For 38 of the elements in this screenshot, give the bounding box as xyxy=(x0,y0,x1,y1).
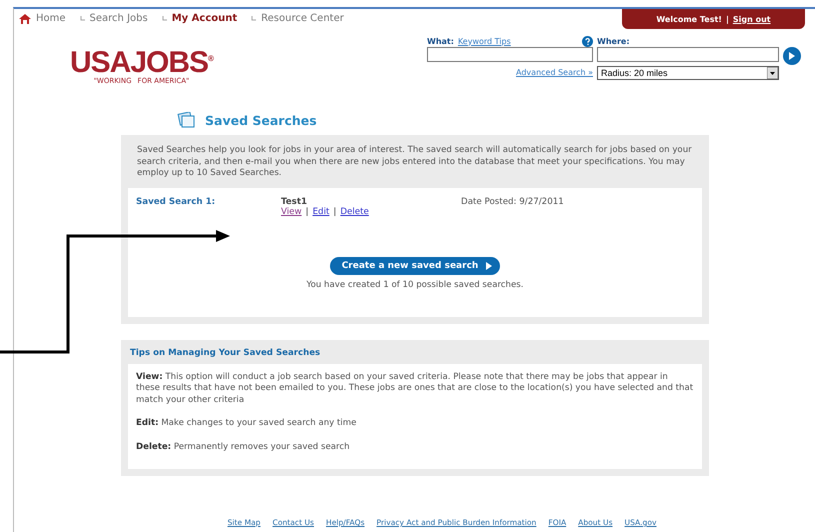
create-saved-search-button[interactable]: Create a new saved search xyxy=(330,256,500,274)
what-label: What: xyxy=(427,36,454,46)
tip-text: View: This option will conduct a job search based on your saved criteria. Please note that there may be jobs that appear in these results that have not been emailed to you. These jobs are ones that are close to the location(s) you have selected and that match your other criteria xyxy=(136,372,694,406)
page-title: Saved Searches xyxy=(205,112,317,128)
intro-text: Saved Searches help you look for jobs in your area of interest. The saved search will automatically search for jobs based on your search criteria, and then e-mail you when there are new jobs entered into the database that meet your specifications. You may employ up to 10 Saved Searches. xyxy=(137,145,693,180)
help-icon[interactable] xyxy=(582,36,593,46)
welcome-text: Welcome Test! xyxy=(656,14,722,24)
saved-search-name: Test1 xyxy=(281,196,308,206)
count-note: You have created 1 of 10 possible saved searches. xyxy=(306,280,524,290)
go-button[interactable] xyxy=(783,47,801,65)
document-icon xyxy=(177,112,197,128)
house-icon xyxy=(18,13,32,24)
dropdown-icon xyxy=(767,67,778,79)
tips-title: Tips on Managing Your Saved Searches xyxy=(130,348,322,358)
separator: | xyxy=(726,14,729,24)
date-posted: Date Posted: 9/27/2011 xyxy=(461,196,564,206)
nav-link[interactable]: Search Jobs xyxy=(80,13,148,24)
play-icon xyxy=(789,52,795,60)
action-link[interactable]: Edit xyxy=(312,206,330,216)
separator: | xyxy=(333,206,336,216)
tip-text: Edit: Make changes to your saved search any time xyxy=(136,418,358,430)
action-link[interactable]: View xyxy=(281,206,302,216)
play-icon xyxy=(486,262,492,270)
advanced-search-link[interactable]: Advanced Search » xyxy=(516,68,593,77)
keyword-field[interactable] xyxy=(427,47,593,62)
where-label: Where: xyxy=(597,36,630,46)
nav-link[interactable]: Home xyxy=(18,13,66,24)
saved-search-label: Saved Search 1: xyxy=(136,196,216,206)
sign-out-link[interactable]: Sign out xyxy=(732,14,771,24)
nav-link[interactable]: My Account xyxy=(162,13,238,24)
nav-link[interactable]: Resource Center xyxy=(251,13,344,24)
radius-select[interactable]: Radius: 20 miles xyxy=(597,66,779,80)
logo-text: USAJOBS$^{®}$ xyxy=(70,45,213,77)
location-field[interactable] xyxy=(597,47,779,62)
keyword-tips-link[interactable]: Keyword Tips xyxy=(458,36,511,46)
separator: | xyxy=(306,206,309,216)
action-link[interactable]: Delete xyxy=(340,206,369,216)
tip-text: Delete: Permanently removes your saved search xyxy=(136,442,351,453)
